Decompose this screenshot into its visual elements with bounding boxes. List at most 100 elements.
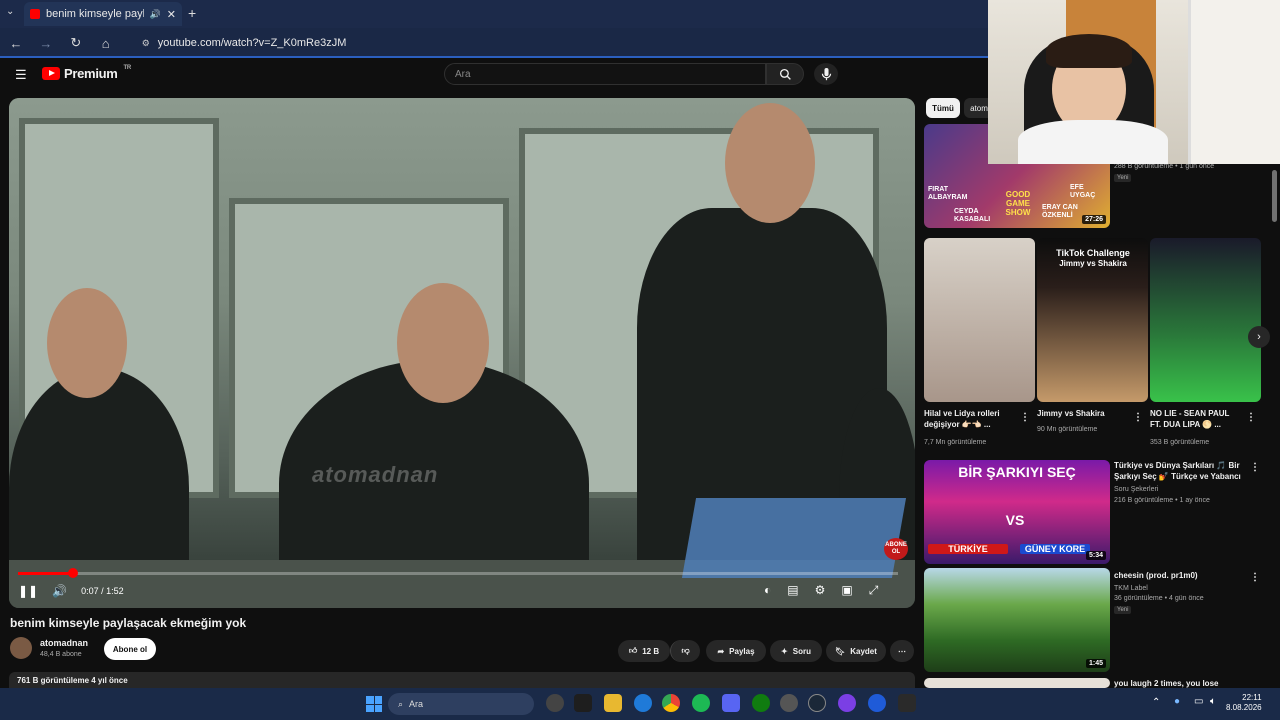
subtitles-icon[interactable]: ▤ — [787, 583, 798, 598]
discord-icon[interactable] — [722, 694, 740, 712]
short-title[interactable]: NO LIE - SEAN PAUL FT. DUA LIPA 🌕 ... — [1150, 408, 1240, 432]
dislike-button[interactable]: 👎︎ — [670, 640, 700, 662]
subscribe-button[interactable]: Abone ol — [104, 638, 156, 660]
thumbnail-text: GOOD GAME SHOW — [1005, 190, 1031, 217]
channel-name[interactable]: Soru Şekerleri — [1114, 485, 1158, 495]
new-tab-icon[interactable]: + — [188, 5, 196, 21]
tab-list-chevron-icon[interactable]: ⌄ — [6, 6, 14, 17]
channel-subscriber-count: 48,4 B abone — [40, 651, 82, 658]
subscribe-watermark-badge[interactable]: ABONE OL — [884, 538, 908, 560]
windows-start-icon[interactable] — [366, 696, 382, 712]
url-field[interactable]: ⚙ youtube.com/watch?v=Z_K0mRe3zJM — [132, 32, 988, 54]
browser-tab[interactable]: benim kimseyle paylaşacak 🔊 ✕ — [24, 2, 182, 26]
home-icon[interactable]: ⌂ — [98, 36, 114, 51]
network-icon[interactable]: ▭ — [1194, 696, 1203, 707]
youtube-favicon-icon — [30, 9, 40, 19]
share-button[interactable]: ➦ Paylaş — [706, 640, 766, 662]
region-code: TR — [123, 64, 132, 71]
channel-avatar[interactable] — [10, 637, 32, 659]
settings-gear-icon[interactable]: ⚙ — [815, 583, 826, 598]
spotify-icon[interactable] — [692, 694, 710, 712]
ask-button[interactable]: ✦ Soru — [770, 640, 822, 662]
video-thumbnail[interactable]: BİR ŞARKIYI SEÇ VS TÜRKİYE GÜNEY KORE 5:… — [924, 460, 1110, 564]
app-icon[interactable] — [780, 694, 798, 712]
chrome-icon[interactable] — [662, 694, 680, 712]
thumbnail-text: EFE UYGAÇ — [1070, 184, 1096, 199]
short-thumbnail[interactable] — [1150, 238, 1261, 402]
thumbnail-text: FIRAT ALBAYRAM — [928, 186, 968, 201]
taskbar-search[interactable]: ⌕ Ara — [388, 693, 534, 715]
app-icon[interactable] — [574, 694, 592, 712]
tab-close-icon[interactable]: ✕ — [167, 8, 176, 21]
reload-icon[interactable]: ↻ — [68, 35, 84, 51]
video-title[interactable]: Türkiye vs Dünya Şarkıları 🎵 Bir Şarkıyı… — [1114, 460, 1248, 484]
channel-name[interactable]: atomadnan — [40, 638, 88, 648]
volume-icon[interactable]: 🔊 — [52, 584, 67, 598]
edge-browser-icon[interactable] — [634, 694, 652, 712]
save-button[interactable]: 🔖︎ Kaydet — [826, 640, 886, 662]
microphone-icon — [821, 67, 831, 80]
video-meta: 36 görüntüleme • 4 gün önce — [1114, 595, 1204, 602]
progress-bar[interactable] — [18, 572, 898, 575]
sparkle-icon: ✦ — [781, 646, 788, 656]
shorts-next-chevron-icon[interactable]: › — [1248, 326, 1270, 348]
more-vertical-icon[interactable]: ⋮ — [1133, 412, 1143, 423]
more-vertical-icon[interactable]: ⋮ — [1250, 462, 1260, 473]
youtube-premium-logo[interactable]: Premium TR — [42, 64, 132, 81]
speaker-icon[interactable]: 🔈︎ — [1210, 696, 1216, 707]
sidebar-scrollbar[interactable] — [1272, 170, 1277, 222]
voice-search-button[interactable] — [814, 63, 838, 85]
steam-icon[interactable] — [808, 694, 826, 712]
ea-app-icon[interactable] — [868, 694, 886, 712]
hamburger-menu-icon[interactable]: ☰ — [15, 67, 27, 83]
like-count: 12 B — [642, 646, 660, 656]
youtube-play-logo-icon — [42, 67, 60, 80]
video-thumbnail[interactable]: 1:45 — [924, 568, 1110, 672]
autoplay-toggle-icon[interactable]: ◐ — [764, 583, 771, 598]
forward-arrow-icon[interactable]: → — [38, 36, 54, 51]
epic-games-icon[interactable] — [898, 694, 916, 712]
xbox-icon[interactable] — [752, 694, 770, 712]
video-watermark: atomadnan — [312, 462, 439, 487]
pause-icon[interactable]: ❚❚ — [18, 584, 38, 598]
short-thumbnail-text: TikTok Challenge — [1056, 248, 1130, 258]
back-arrow-icon[interactable]: ← — [8, 36, 24, 51]
search-button[interactable] — [766, 63, 804, 85]
share-arrow-icon: ➦ — [717, 646, 725, 656]
video-title[interactable]: cheesin (prod. pr1m0) — [1114, 570, 1248, 582]
search-input[interactable]: Ara — [444, 63, 766, 85]
more-vertical-icon[interactable]: ⋮ — [1246, 412, 1256, 423]
short-views: 90 Mn görüntüleme — [1037, 426, 1098, 433]
site-info-icon[interactable]: ⚙ — [142, 38, 150, 49]
system-tray-chevron-icon[interactable]: ⌃ — [1152, 697, 1160, 708]
search-icon — [779, 68, 791, 80]
app-icon[interactable] — [838, 694, 856, 712]
channel-name[interactable]: TKM Label — [1114, 584, 1148, 594]
short-thumbnail-text: Jimmy vs Shakira — [1059, 259, 1127, 268]
more-actions-button[interactable]: ⋯ — [890, 640, 914, 662]
chip-all[interactable]: Tümü — [926, 98, 960, 118]
miniplayer-icon[interactable]: ▣ — [841, 583, 852, 598]
short-thumbnail[interactable]: TikTok Challenge Jimmy vs Shakira — [1037, 238, 1148, 402]
short-title[interactable]: Hilal ve Lidya rolleri değişiyor 👉🏻👈🏻 ..… — [924, 408, 1014, 432]
short-thumbnail[interactable] — [924, 238, 1035, 402]
new-badge: Yeni — [1114, 174, 1132, 182]
video-player[interactable] — [9, 98, 915, 608]
fullscreen-icon[interactable]: ⤢ — [869, 583, 879, 598]
file-explorer-icon[interactable] — [604, 694, 622, 712]
video-thumbnail[interactable] — [924, 678, 1110, 688]
taskbar-clock[interactable]: 22:11 8.08.2026 — [1226, 693, 1262, 713]
logo-text: Premium — [64, 66, 118, 81]
app-icon[interactable] — [546, 694, 564, 712]
more-vertical-icon[interactable]: ⋮ — [1020, 412, 1030, 423]
like-button[interactable]: 👍︎ 12 B — [618, 640, 670, 662]
ask-label: Soru — [792, 646, 811, 656]
audio-playing-icon[interactable]: 🔊 — [150, 9, 161, 20]
video-title: benim kimseyle paylaşacak ekmeğim yok — [10, 616, 247, 630]
browser-tab-bar: ⌄ benim kimseyle paylaşacak 🔊 ✕ + — [0, 0, 988, 28]
tray-app-icon[interactable]: ● — [1174, 696, 1180, 707]
webcam-overlay — [988, 0, 1280, 164]
short-title[interactable]: Jimmy vs Shakira — [1037, 408, 1127, 420]
progress-scrubber-handle[interactable] — [68, 568, 78, 578]
more-vertical-icon[interactable]: ⋮ — [1250, 572, 1260, 583]
